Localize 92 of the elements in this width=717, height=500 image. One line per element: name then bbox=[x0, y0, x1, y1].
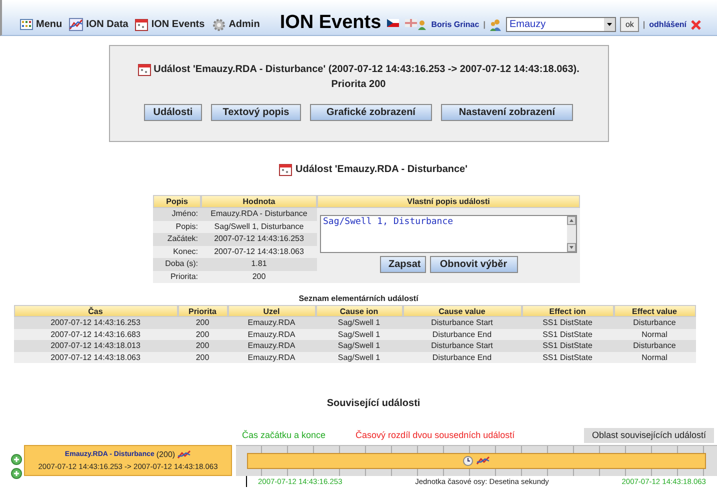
calendar-icon bbox=[138, 63, 151, 76]
column-header: Uzel bbox=[228, 305, 316, 317]
table-cell: SS1 DistState bbox=[522, 340, 614, 352]
property-value: Sag/Swell 1, Disturbance bbox=[213, 220, 305, 233]
property-label: Začátek: bbox=[166, 233, 199, 246]
view-button[interactable]: Grafické zobrazení bbox=[310, 104, 432, 121]
view-button[interactable]: Události bbox=[144, 104, 202, 121]
table-cell: Sag/Swell 1 bbox=[316, 328, 402, 340]
table-title: Seznam elementárních událostí bbox=[298, 293, 418, 305]
table-cell: 200 bbox=[178, 340, 228, 352]
site-select[interactable]: Emauzy bbox=[506, 17, 616, 32]
property-value: Emauzy.RDA - Disturbance bbox=[210, 208, 308, 220]
scrollbar-icon bbox=[567, 216, 576, 252]
table-cell: Disturbance End bbox=[402, 352, 522, 363]
user-icon bbox=[417, 20, 428, 30]
plus-icon[interactable] bbox=[11, 454, 22, 465]
column-header: Vlastní popis události bbox=[317, 195, 580, 208]
legend-label: Oblast souvisejících událostí bbox=[584, 428, 714, 443]
table-cell: Disturbance End bbox=[402, 328, 522, 340]
summary-priority: Priorita 200 bbox=[331, 78, 386, 92]
table-cell: Emauzy.RDA bbox=[228, 340, 316, 352]
table-cell: Emauzy.RDA bbox=[228, 317, 316, 328]
property-label: Priorita: bbox=[169, 270, 199, 283]
event-priority: (200) bbox=[156, 448, 176, 461]
table-cell: SS1 DistState bbox=[522, 352, 614, 363]
table-cell: Emauzy.RDA bbox=[228, 352, 316, 363]
description-field[interactable]: Sag/Swell 1, Disturbance bbox=[320, 215, 577, 253]
table-cell: Disturbance bbox=[614, 317, 696, 328]
gear-icon bbox=[212, 18, 226, 32]
view-button[interactable]: Nastavení zobrazení bbox=[441, 104, 573, 121]
event-heading: Událost 'Emauzy.RDA - Disturbance' bbox=[295, 163, 468, 177]
table-cell: 2007-07-12 14:43:16.253 bbox=[14, 317, 178, 328]
table-cell: 200 bbox=[178, 317, 228, 328]
nav-link[interactable]: ION Data bbox=[69, 17, 128, 32]
nav-link[interactable]: Admin bbox=[212, 17, 260, 32]
legend-label: Časový rozdíl dvou sousedních událostí bbox=[356, 428, 515, 442]
table-cell: Disturbance Start bbox=[402, 340, 522, 352]
table-cell: Sag/Swell 1 bbox=[316, 317, 402, 328]
column-header: Popis bbox=[153, 195, 201, 208]
property-label: Popis: bbox=[174, 220, 199, 233]
table-cell: Emauzy.RDA bbox=[228, 328, 316, 340]
app-title: ION Events bbox=[280, 13, 382, 32]
table-cell: 2007-07-12 14:43:18.063 bbox=[14, 352, 178, 363]
column-header: Priorita bbox=[178, 305, 228, 317]
table-cell: 2007-07-12 14:43:16.683 bbox=[14, 328, 178, 340]
description-button[interactable]: Obnovit výběr bbox=[430, 256, 518, 273]
calendar-icon bbox=[279, 163, 292, 176]
grid-icon bbox=[20, 19, 33, 30]
table-cell: Normal bbox=[614, 352, 696, 363]
plus-icon[interactable] bbox=[11, 468, 22, 479]
table-cell: Sag/Swell 1 bbox=[316, 340, 402, 352]
property-label: Doba (s): bbox=[164, 258, 199, 270]
column-header: Cause ion bbox=[316, 305, 402, 317]
property-value: 2007-07-12 14:43:18.063 bbox=[213, 246, 305, 258]
table-cell: Disturbance Start bbox=[402, 317, 522, 328]
table-cell: Disturbance bbox=[614, 340, 696, 352]
nav-link[interactable]: Menu bbox=[20, 17, 62, 32]
close-icon[interactable] bbox=[690, 20, 700, 30]
property-value: 2007-07-12 14:43:16.253 bbox=[213, 233, 305, 246]
property-label: Konec: bbox=[172, 246, 199, 258]
table-cell: SS1 DistState bbox=[522, 328, 614, 340]
column-header: Hodnota bbox=[201, 195, 317, 208]
column-header: Effect ion bbox=[522, 305, 614, 317]
table-cell: SS1 DistState bbox=[522, 317, 614, 328]
czech-flag-icon[interactable] bbox=[387, 18, 400, 26]
table-cell: Normal bbox=[614, 328, 696, 340]
column-header: Čas bbox=[14, 305, 178, 317]
property-value: 200 bbox=[251, 270, 267, 283]
ok-button[interactable]: ok bbox=[620, 17, 639, 32]
column-header: Effect value bbox=[614, 305, 696, 317]
trend-icon bbox=[476, 456, 490, 466]
nav-link[interactable]: ION Events bbox=[135, 17, 205, 32]
column-header: Cause value bbox=[402, 305, 522, 317]
logout-link[interactable]: odhlášení bbox=[649, 18, 686, 30]
separator: | bbox=[483, 18, 486, 30]
legend-label: Čas začátku a konce bbox=[242, 428, 326, 442]
user-link[interactable]: Boris Grinac bbox=[431, 18, 480, 30]
table-cell: 2007-07-12 14:43:18.013 bbox=[14, 340, 178, 352]
view-button[interactable]: Textový popis bbox=[211, 104, 301, 121]
description-button[interactable]: Zapsat bbox=[380, 256, 426, 273]
property-label: Jméno: bbox=[170, 208, 199, 220]
property-value: 1.81 bbox=[250, 258, 268, 270]
separator: | bbox=[642, 18, 646, 30]
users-icon bbox=[489, 18, 502, 30]
calendar-icon bbox=[135, 18, 148, 31]
trend-icon bbox=[177, 450, 192, 460]
summary-title: Událost 'Emauzy.RDA - Disturbance' (2007-07-12 14:43:16.253 -> 2007-07-12 14:43:18.063). bbox=[154, 63, 580, 77]
dropdown-icon bbox=[604, 18, 616, 31]
table-cell: Sag/Swell 1 bbox=[316, 352, 402, 363]
clock-icon bbox=[463, 456, 473, 466]
section-title: Související události bbox=[326, 397, 420, 411]
chart-icon bbox=[69, 18, 84, 31]
